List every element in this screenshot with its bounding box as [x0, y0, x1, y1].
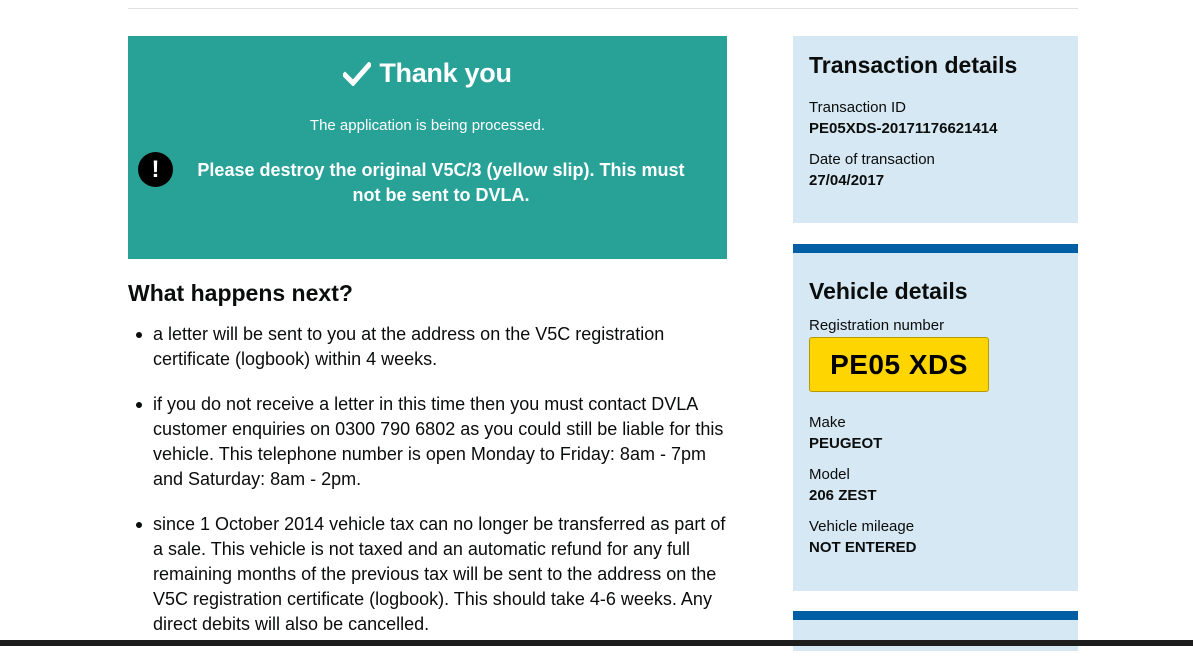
- top-divider: [128, 8, 1078, 9]
- vehicle-heading: Vehicle details: [809, 278, 968, 304]
- confirmation-panel: Thank you The application is being proce…: [128, 36, 727, 259]
- next-steps-list: a letter will be sent to you at the addr…: [128, 322, 738, 657]
- make-label: Make: [809, 414, 846, 431]
- transaction-id-value: PE05XDS-20171176621414: [809, 120, 998, 137]
- list-item: since 1 October 2014 vehicle tax can no …: [128, 512, 738, 637]
- transaction-details-panel: Transaction details Transaction ID PE05X…: [793, 36, 1078, 223]
- list-item: if you do not receive a letter in this t…: [128, 392, 738, 492]
- exclamation-icon: !: [138, 152, 173, 187]
- list-item: a letter will be sent to you at the addr…: [128, 322, 738, 372]
- vehicle-details-panel: Vehicle details Registration number PE05…: [793, 244, 1078, 591]
- checkmark-icon: [343, 61, 372, 86]
- registration-label: Registration number: [809, 317, 945, 334]
- confirmation-subtitle: The application is being processed.: [309, 117, 546, 134]
- model-value: 206 ZEST: [809, 487, 877, 504]
- registration-plate: PE05 XDS: [809, 337, 989, 392]
- transaction-heading: Transaction details: [809, 52, 1018, 78]
- transaction-date-label: Date of transaction: [809, 151, 935, 168]
- transaction-date-value: 27/04/2017: [809, 172, 885, 189]
- confirmation-title: Thank you: [128, 58, 727, 89]
- confirmation-title-text: Thank you: [379, 58, 512, 88]
- confirmation-warning: Please destroy the original V5C/3 (yello…: [197, 160, 685, 205]
- mileage-label: Vehicle mileage: [809, 518, 915, 535]
- bottom-strip: [0, 640, 1193, 646]
- next-steps-heading: What happens next?: [128, 280, 353, 306]
- make-value: PEUGEOT: [809, 435, 883, 452]
- transaction-id-label: Transaction ID: [809, 99, 906, 116]
- model-label: Model: [809, 466, 850, 483]
- mileage-value: NOT ENTERED: [809, 539, 917, 556]
